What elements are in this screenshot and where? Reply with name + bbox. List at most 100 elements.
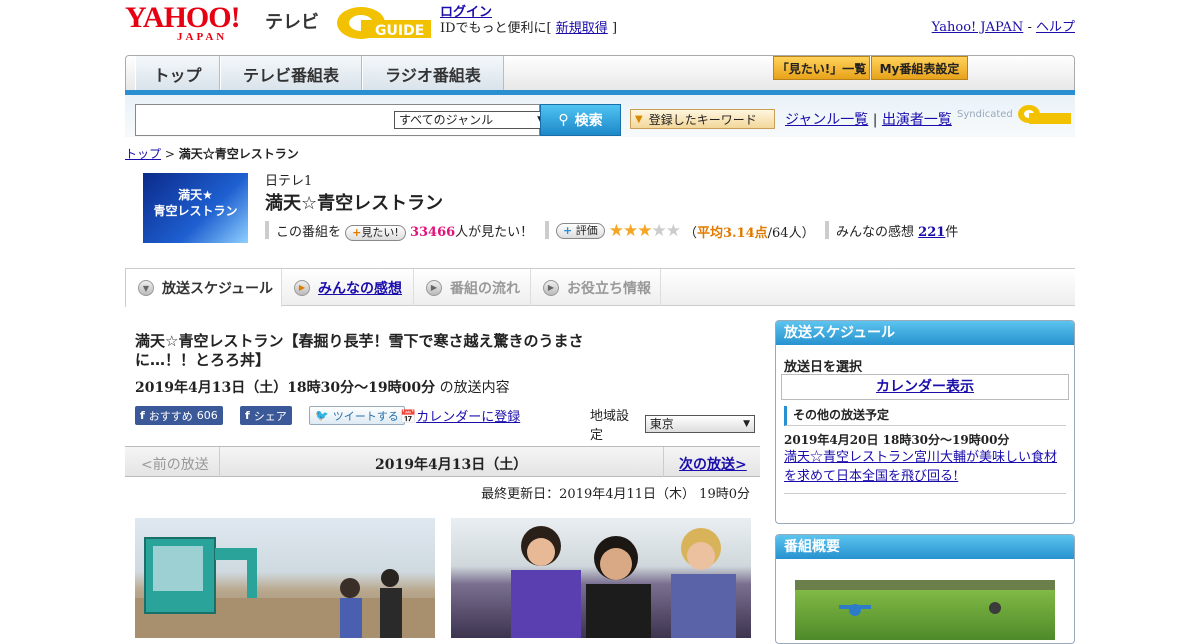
- tweet-label: ツイートする: [332, 409, 399, 423]
- schedule-box-head: 放送スケジュール: [776, 321, 1074, 345]
- calendar-register-link[interactable]: カレンダーに登録: [416, 410, 520, 425]
- search-input[interactable]: すべてのジャンル ▼: [135, 104, 549, 136]
- breadcrumb-sep: >: [164, 147, 175, 161]
- mitai-button[interactable]: +見たい!: [345, 225, 406, 241]
- episode-photo-excavator[interactable]: [135, 518, 435, 638]
- episode-photo-cast[interactable]: [451, 518, 751, 638]
- fb-recommend-button[interactable]: f おすすめ 606: [135, 406, 223, 425]
- tab-label: 放送スケジュール: [162, 281, 274, 297]
- calendar-register[interactable]: 📅カレンダーに登録: [400, 406, 520, 425]
- next-broadcast-link[interactable]: 次の放送>: [679, 454, 747, 474]
- select-date-label: 放送日を選択: [784, 360, 863, 375]
- fb-count: 606: [196, 409, 218, 422]
- prev-broadcast-link[interactable]: <前の放送: [141, 454, 209, 474]
- chevron-right-icon: ▶: [426, 279, 442, 296]
- schedule-box: 放送スケジュール 放送日を選択 カレンダー表示 その他の放送予定 2019年4月…: [775, 320, 1075, 524]
- tab-useful-info[interactable]: ▶ お役立ち情報: [531, 269, 661, 306]
- program-subtabs: ▼ 放送スケジュール ▶ みんなの感想 ▶ 番組の流れ ▶ お役立ち情報: [125, 268, 1075, 307]
- tab-label: お役立ち情報: [567, 280, 651, 297]
- plus-icon: +: [563, 224, 573, 237]
- episode-date-suffix: の放送内容: [439, 380, 510, 396]
- chevron-right-icon: ▶: [294, 279, 310, 296]
- help-link[interactable]: ヘルプ: [1036, 20, 1075, 35]
- impressions-count-link[interactable]: 221: [918, 225, 945, 240]
- facebook-icon: f: [140, 409, 145, 422]
- impressions-stat: みんなの感想 221件: [836, 221, 958, 240]
- star-filled-icon: ★: [622, 221, 638, 241]
- tab-impressions[interactable]: ▶ みんなの感想: [282, 269, 414, 306]
- cast-list-link[interactable]: 出演者一覧: [882, 112, 952, 128]
- tab-broadcast-schedule[interactable]: ▼ 放送スケジュール: [125, 269, 282, 307]
- region-select[interactable]: 東京 ▼: [644, 415, 755, 433]
- this-program-label: この番組を: [276, 225, 342, 240]
- summary-box-head: 番組概要: [776, 535, 1074, 559]
- fb-recommend-label: おすすめ: [148, 409, 193, 423]
- search-bar: すべてのジャンル ▼ ⚲ 検索 ▼ 登録したキーワード ジャンル一覧 | 出演者…: [125, 95, 1075, 137]
- pager-divider: [663, 447, 664, 477]
- genre-select-value: すべてのジャンル: [399, 113, 494, 127]
- calendar-icon: 📅: [400, 410, 417, 425]
- search-icon: ⚲: [558, 112, 569, 128]
- stats-divider: [545, 221, 549, 239]
- keyword-button[interactable]: ▼ 登録したキーワード: [630, 109, 775, 129]
- program-thumbnail[interactable]: 満天★ 青空レストラン: [143, 173, 248, 243]
- last-updated: 最終更新日：2019年4月11日（木） 19時0分: [481, 487, 750, 502]
- search-links: ジャンル一覧 | 出演者一覧: [785, 109, 952, 129]
- avg-count: /64人）: [767, 225, 815, 241]
- mitai-suffix: 人が見たい！: [455, 225, 534, 240]
- channel-name: 日テレ1: [265, 174, 313, 189]
- login-text: IDでもっと便利に[: [440, 21, 552, 36]
- mitai-list-button[interactable]: 「見たい!」一覧: [773, 56, 870, 80]
- my-schedule-button[interactable]: My番組表設定: [871, 56, 968, 80]
- login-link[interactable]: ログイン: [440, 5, 492, 20]
- other-schedule-link[interactable]: 満天☆青空レストラン宮川大輔が美味しい食材を求めて日本全国を飛び回る!: [784, 450, 1057, 484]
- genre-select[interactable]: すべてのジャンル ▼: [394, 111, 549, 129]
- nav-tab-top[interactable]: トップ: [135, 56, 220, 92]
- register-link[interactable]: 新規取得: [556, 21, 608, 36]
- plus-icon: +: [352, 226, 362, 239]
- fb-share-button[interactable]: f シェア: [240, 406, 292, 425]
- page: YAHOO! JAPAN テレビ GUIDE ログイン IDでもっと便利に[ 新…: [125, 0, 1075, 644]
- calendar-display-link[interactable]: カレンダー表示: [876, 379, 974, 395]
- tweet-button[interactable]: 🐦 ツイートする: [309, 406, 405, 425]
- yahoo-japan-logo[interactable]: YAHOO! JAPAN: [125, 1, 241, 43]
- rate-button[interactable]: + 評価: [556, 223, 605, 239]
- search-button-label: 検索: [574, 113, 603, 129]
- field-photo: [795, 580, 1055, 616]
- search-button[interactable]: ⚲ 検索: [540, 104, 621, 136]
- pager-date: 2019年4月13日（土）: [375, 457, 528, 473]
- breadcrumb-top-link[interactable]: トップ: [125, 147, 161, 161]
- stats-divider: [825, 221, 829, 239]
- keyword-button-label: 登録したキーワード: [648, 112, 757, 127]
- tab-program-flow[interactable]: ▶ 番組の流れ: [414, 269, 531, 306]
- select-arrow-icon: ▼: [743, 419, 750, 429]
- other-schedule-head: その他の放送予定: [784, 406, 1066, 426]
- excavator-photo: [135, 537, 435, 638]
- tab-label: みんなの感想: [318, 280, 402, 297]
- episode-pager: <前の放送 2019年4月13日（土） 次の放送>: [125, 446, 760, 477]
- mitai-stat: この番組を +見たい! 33466人が見たい！: [276, 221, 533, 241]
- nav-tab-radio-schedule[interactable]: ラジオ番組表: [362, 56, 504, 92]
- share-bar: f おすすめ 606 f シェア 🐦 ツイートする 📅カレンダーに登録 地域設定…: [135, 406, 755, 443]
- logo-main: YAHOO!: [125, 1, 241, 34]
- summary-box: 番組概要: [775, 534, 1075, 644]
- nav-tab-tv-schedule[interactable]: テレビ番組表: [220, 56, 362, 92]
- star-filled-icon: ★: [608, 221, 624, 241]
- divider: [784, 493, 1066, 494]
- summary-photo[interactable]: [795, 580, 1055, 640]
- star-empty-icon: ★: [665, 221, 681, 241]
- region-label: 地域設定: [590, 409, 630, 443]
- yahoo-japan-link[interactable]: Yahoo! JAPAN: [932, 20, 1024, 35]
- gguide-logo[interactable]: GUIDE: [335, 5, 435, 41]
- chevron-down-icon: ▼: [138, 280, 154, 296]
- header-links: Yahoo! JAPAN - ヘルプ: [932, 16, 1075, 35]
- thumbnail-line1: 満天★: [178, 188, 213, 202]
- avg-label: 平均3.14点: [696, 225, 768, 241]
- link-divider: |: [872, 112, 878, 128]
- breadcrumb-current: 満天☆青空レストラン: [178, 147, 299, 161]
- breadcrumb: トップ > 満天☆青空レストラン: [125, 145, 299, 162]
- syndicated-label: Syndicated: [957, 108, 1013, 120]
- mitai-button-label: 見たい!: [361, 226, 399, 239]
- genre-list-link[interactable]: ジャンル一覧: [785, 112, 868, 128]
- login-close: ]: [611, 21, 618, 36]
